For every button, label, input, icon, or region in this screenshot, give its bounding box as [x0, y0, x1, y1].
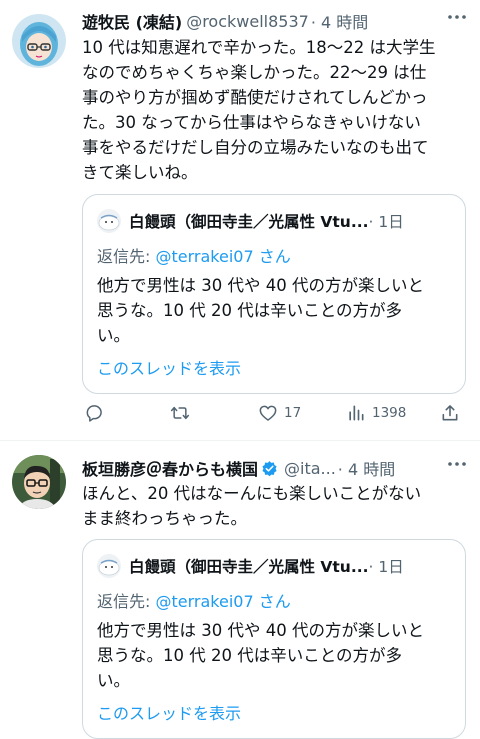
- tweet-header: 板垣勝彦＠春からも横国 @ita... · 4 時間: [82, 455, 468, 481]
- quoted-tweet[interactable]: 白饅頭（御田寺圭／光属性 Vtu... · 1日 返信先: @terrakei0…: [82, 194, 466, 394]
- tweet-actions: 17 1398: [82, 400, 468, 426]
- replying-to: 返信先: @terrakei07 さん: [97, 588, 291, 612]
- share-icon: [442, 405, 458, 421]
- show-thread-link[interactable]: このスレッドを表示: [97, 700, 241, 724]
- tweet-1[interactable]: 遊牧民 (凍結) @rockwell8537 · 4 時間 10 代は知恵遅れで…: [0, 0, 480, 440]
- replying-to-label: 返信先:: [97, 592, 156, 611]
- tweet-header: 遊牧民 (凍結) @rockwell8537 · 4 時間: [82, 8, 468, 34]
- quoted-user-avatar: [97, 209, 121, 233]
- reply-mention[interactable]: @terrakei07 さん: [155, 247, 290, 266]
- like-button[interactable]: 17: [258, 400, 301, 426]
- replying-to: 返信先: @terrakei07 さん: [97, 243, 291, 267]
- retweet-button[interactable]: [170, 400, 190, 426]
- views-button[interactable]: 1398: [346, 400, 406, 426]
- quoted-display-name: 白饅頭（御田寺圭／光属性 Vtu...: [129, 213, 369, 231]
- verified-badge-icon: [262, 460, 277, 476]
- heart-icon: [259, 405, 277, 421]
- share-button[interactable]: [440, 400, 460, 426]
- quoted-tweet-header: 白饅頭（御田寺圭／光属性 Vtu... · 1日: [97, 209, 451, 233]
- quoted-user-avatar: [97, 554, 121, 578]
- view-count: 1398: [372, 405, 407, 421]
- quoted-tweet[interactable]: 白饅頭（御田寺圭／光属性 Vtu... · 1日 返信先: @terrakei0…: [82, 539, 466, 739]
- timestamp[interactable]: · 4 時間: [311, 9, 368, 33]
- quoted-timestamp: · 1日: [368, 213, 404, 231]
- display-name[interactable]: 板垣勝彦＠春からも横国: [82, 456, 258, 480]
- quoted-display-name: 白饅頭（御田寺圭／光属性 Vtu...: [129, 558, 369, 576]
- quoted-tweet-text: 他方で男性は 30 代や 40 代の方が楽しいと 思うな。10 代 20 代は辛…: [97, 621, 424, 690]
- tweet-2[interactable]: 板垣勝彦＠春からも横国 @ita... · 4 時間 ほんと、20 代はなーんに…: [0, 441, 480, 739]
- quoted-timestamp: · 1日: [368, 558, 404, 576]
- reply-icon: [86, 405, 102, 422]
- show-thread-link[interactable]: このスレッドを表示: [97, 355, 241, 379]
- user-handle[interactable]: @rockwell8537: [186, 12, 309, 31]
- user-avatar[interactable]: [12, 455, 66, 509]
- more-options-icon[interactable]: [446, 6, 468, 28]
- reply-mention[interactable]: @terrakei07 さん: [155, 592, 290, 611]
- views-icon: [349, 405, 364, 421]
- more-options-icon[interactable]: [446, 453, 468, 475]
- tweet-text: ほんと、20 代はなーんにも楽しいことがない まま終わっちゃった。: [82, 484, 422, 528]
- quoted-tweet-header: 白饅頭（御田寺圭／光属性 Vtu... · 1日: [97, 554, 451, 578]
- user-handle[interactable]: @ita...: [284, 459, 336, 478]
- retweet-icon: [170, 406, 190, 420]
- timestamp[interactable]: · 4 時間: [338, 456, 395, 480]
- quoted-tweet-text: 他方で男性は 30 代や 40 代の方が楽しいと 思うな。10 代 20 代は辛…: [97, 276, 424, 345]
- like-count: 17: [284, 405, 302, 421]
- tweet-text: 10 代は知恵遅れで辛かった。18〜22 は大学生 なのでめちゃくちゃ楽しかった…: [82, 38, 436, 182]
- user-avatar[interactable]: [12, 14, 66, 68]
- reply-button[interactable]: [84, 400, 104, 426]
- display-name[interactable]: 遊牧民 (凍結): [82, 9, 182, 33]
- replying-to-label: 返信先:: [97, 247, 156, 266]
